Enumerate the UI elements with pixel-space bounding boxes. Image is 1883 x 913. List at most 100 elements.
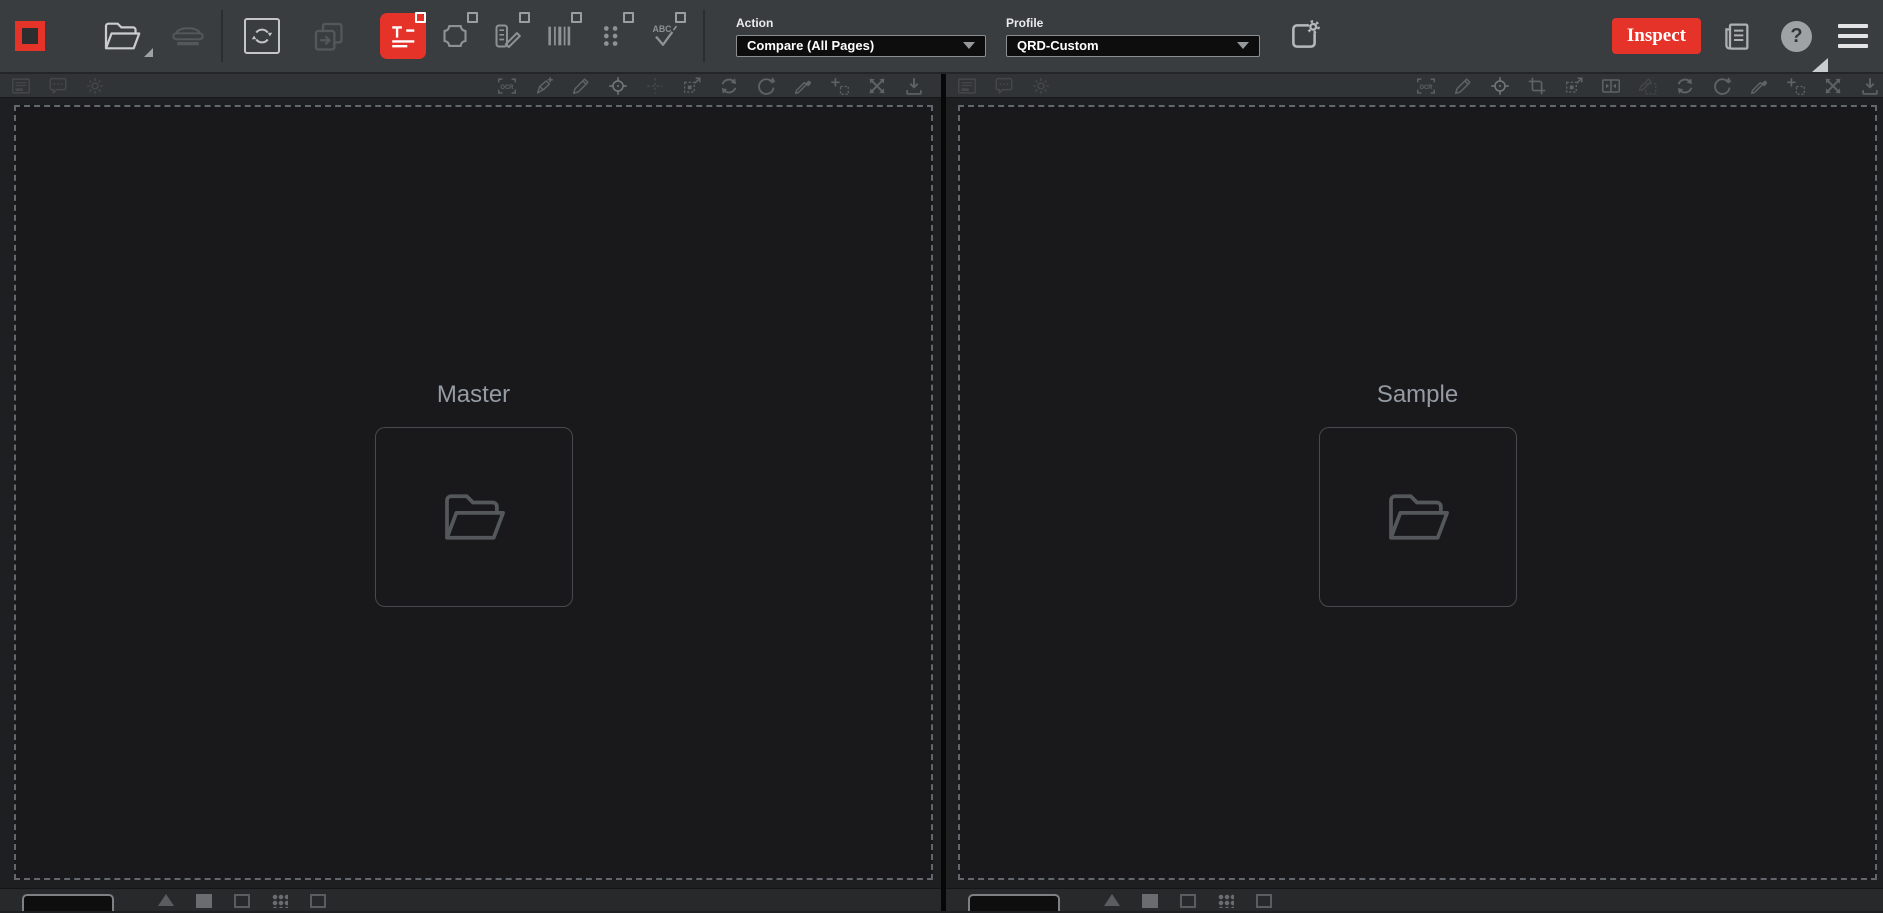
nav-arrow-icon[interactable] (1104, 894, 1120, 906)
region-export-icon[interactable] (1563, 75, 1585, 97)
ocr-glyph-text: OCR (500, 84, 514, 90)
scale-icon[interactable] (1822, 75, 1844, 97)
nav-arrow-icon[interactable] (158, 894, 174, 906)
hamburger-icon (1838, 34, 1868, 38)
snapshot-icon[interactable] (956, 75, 978, 97)
text-inspection-checkbox[interactable] (415, 12, 426, 23)
sample-panel-toolbar: OCR (946, 74, 1883, 98)
annotate-pencil-icon[interactable] (1452, 75, 1474, 97)
crosshair-icon[interactable] (607, 75, 629, 97)
shape-inspection-checkbox[interactable] (467, 12, 478, 23)
export-download-icon[interactable] (1859, 75, 1881, 97)
flyout-corner-icon (144, 48, 153, 57)
ocr-region-icon[interactable]: OCR (1415, 75, 1437, 97)
master-page-bar (0, 888, 941, 911)
flip-icon[interactable] (1674, 75, 1696, 97)
sample-dropzone[interactable]: Sample (958, 105, 1877, 880)
master-title: Master (437, 381, 510, 409)
braille-inspection-checkbox[interactable] (623, 12, 634, 23)
page-tool-icon[interactable] (1142, 894, 1158, 908)
chevron-down-icon (963, 42, 975, 49)
add-region-icon[interactable] (829, 75, 851, 97)
sample-page-bar (946, 888, 1883, 911)
sample-load-file-button[interactable] (1319, 427, 1517, 607)
crosshair-icon[interactable] (1489, 75, 1511, 97)
edit-region-icon[interactable] (1637, 75, 1659, 97)
menu-button[interactable] (1838, 24, 1868, 48)
toggle-braille-inspection[interactable] (588, 0, 634, 73)
chevron-down-icon (1237, 42, 1249, 49)
folder-icon (1384, 490, 1452, 544)
hamburger-icon (1838, 24, 1868, 28)
toggle-text-inspection[interactable] (380, 0, 426, 73)
scanner-icon (169, 23, 207, 49)
ocr-region-icon[interactable]: OCR (496, 75, 518, 97)
brightness-icon[interactable] (1030, 75, 1052, 97)
page-tool-icon[interactable] (196, 894, 212, 908)
master-page-controls (158, 894, 326, 908)
panel-flyout-arrow-icon (1812, 58, 1828, 72)
page-tool-icon[interactable] (1256, 894, 1272, 908)
sample-dropzone-content: Sample (1319, 381, 1517, 607)
scale-icon[interactable] (866, 75, 888, 97)
sample-panel: OCR Sample (946, 74, 1883, 911)
report-button[interactable] (1719, 19, 1753, 53)
toggle-barcode-inspection[interactable] (536, 0, 582, 73)
square-gear-icon (1287, 19, 1321, 53)
report-document-icon (1720, 20, 1752, 52)
action-label: Action (736, 16, 986, 30)
pages-button[interactable] (306, 14, 350, 58)
profile-settings-button[interactable] (1284, 16, 1324, 56)
rotate-icon[interactable] (755, 75, 777, 97)
export-download-icon[interactable] (903, 75, 925, 97)
alignment-cross-icon[interactable] (644, 75, 666, 97)
page-tool-icon[interactable] (1180, 894, 1196, 908)
flip-icon[interactable] (718, 75, 740, 97)
crop-icon[interactable] (1526, 75, 1548, 97)
snapshot-icon[interactable] (10, 75, 32, 97)
master-panel: OCR Master (0, 74, 941, 911)
comment-icon[interactable] (47, 75, 69, 97)
toggle-graphics-inspection[interactable] (484, 0, 530, 73)
add-region-icon[interactable] (1785, 75, 1807, 97)
graphics-inspection-checkbox[interactable] (519, 12, 530, 23)
scan-button[interactable] (166, 14, 210, 58)
master-dropzone[interactable]: Master (14, 105, 933, 880)
workspace: OCR Master (0, 74, 1883, 911)
comment-icon[interactable] (993, 75, 1015, 97)
eyedropper-icon[interactable] (1748, 75, 1770, 97)
spellcheck-inspection-checkbox[interactable] (675, 12, 686, 23)
open-file-button[interactable] (98, 12, 146, 60)
approve-region-icon[interactable] (533, 75, 555, 97)
master-page-thumbnail[interactable] (22, 894, 114, 911)
folder-icon (440, 490, 508, 544)
sample-title: Sample (1377, 381, 1458, 409)
rotate-icon[interactable] (1711, 75, 1733, 97)
barcode-inspection-checkbox[interactable] (571, 12, 582, 23)
split-compare-icon[interactable] (1600, 75, 1622, 97)
inspection-mode-toggles: ABC (380, 0, 692, 73)
toggle-spellcheck-inspection[interactable]: ABC (640, 0, 686, 73)
page-tool-icon[interactable] (272, 894, 288, 908)
sync-views-button[interactable] (244, 18, 280, 54)
profile-dropdown[interactable]: QRD-Custom (1006, 35, 1260, 57)
help-button[interactable]: ? (1781, 21, 1812, 52)
annotate-pencil-icon[interactable] (570, 75, 592, 97)
page-tool-icon[interactable] (310, 894, 326, 908)
eyedropper-icon[interactable] (792, 75, 814, 97)
master-dropzone-content: Master (375, 381, 573, 607)
action-dropdown[interactable]: Compare (All Pages) (736, 35, 986, 57)
brightness-icon[interactable] (84, 75, 106, 97)
master-load-file-button[interactable] (375, 427, 573, 607)
page-tool-icon[interactable] (234, 894, 250, 908)
app-logo (15, 21, 45, 51)
inspect-button[interactable]: Inspect (1612, 18, 1701, 54)
profile-field: Profile QRD-Custom (1006, 16, 1260, 57)
master-panel-toolbar: OCR (0, 74, 941, 98)
page-tool-icon[interactable] (1218, 894, 1234, 908)
toggle-shape-inspection[interactable] (432, 0, 478, 73)
hamburger-icon (1838, 44, 1868, 48)
region-export-icon[interactable] (681, 75, 703, 97)
profile-label: Profile (1006, 16, 1260, 30)
sample-page-thumbnail[interactable] (968, 894, 1060, 911)
